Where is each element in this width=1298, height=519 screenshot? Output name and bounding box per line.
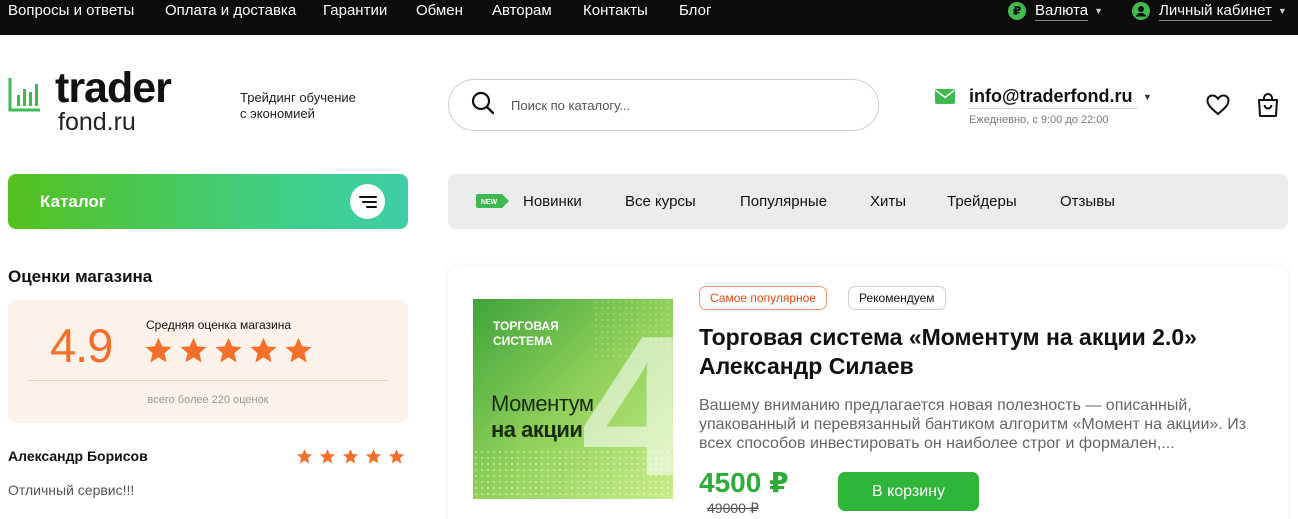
product-description: Вашему вниманию предлагается новая полез… bbox=[699, 397, 1247, 452]
top-link-blog[interactable]: Блог bbox=[679, 2, 711, 19]
badge-recommended: Рекомендуем bbox=[848, 286, 946, 310]
main-nav: NEW Новинки Все курсы Популярные Хиты Тр… bbox=[448, 174, 1288, 229]
chevron-down-icon: ▼ bbox=[1277, 6, 1287, 16]
cart-icon[interactable] bbox=[1256, 92, 1280, 123]
star-icon bbox=[145, 337, 172, 363]
top-link-payment[interactable]: Оплата и доставка bbox=[165, 2, 296, 19]
nav-item-traders[interactable]: Трейдеры bbox=[947, 193, 1017, 210]
reviews-count: всего более 220 оценок bbox=[147, 394, 269, 406]
star-icon bbox=[296, 449, 313, 464]
email-underline bbox=[969, 108, 1137, 109]
ratings-title: Оценки магазина bbox=[8, 267, 153, 286]
rating-summary: 4.9 Средняя оценка магазина всего более … bbox=[8, 300, 408, 423]
logo-main-text: trader bbox=[55, 64, 172, 112]
star-icon bbox=[215, 337, 242, 363]
search-icon[interactable] bbox=[471, 91, 495, 120]
star-icon bbox=[250, 337, 277, 363]
rating-stars bbox=[144, 336, 313, 365]
nav-item-new[interactable]: Новинки bbox=[523, 193, 582, 210]
nav-item-hits[interactable]: Хиты bbox=[870, 193, 906, 210]
logo-sub-text: fond.ru bbox=[58, 108, 136, 136]
email-link[interactable]: info@traderfond.ru bbox=[969, 86, 1133, 107]
top-link-contacts[interactable]: Контакты bbox=[583, 2, 648, 19]
star-icon bbox=[285, 337, 312, 363]
top-link-exchange[interactable]: Обмен bbox=[416, 2, 463, 19]
account-label: Личный кабинет bbox=[1159, 1, 1272, 21]
tagline-line: с экономией bbox=[240, 106, 315, 121]
badge-popular: Самое популярное bbox=[699, 286, 827, 310]
review-stars bbox=[296, 448, 405, 465]
currency-label: Валюта bbox=[1035, 1, 1089, 21]
mail-icon bbox=[935, 89, 955, 109]
working-hours: Ежедневно, с 9:00 до 22:00 bbox=[969, 114, 1109, 126]
rating-caption: Средняя оценка магазина bbox=[146, 318, 292, 332]
account-link[interactable]: Личный кабинет ▼ bbox=[1132, 0, 1287, 22]
search-bar[interactable] bbox=[448, 79, 879, 131]
nav-item-popular[interactable]: Популярные bbox=[740, 193, 827, 210]
user-icon bbox=[1132, 2, 1150, 20]
star-icon bbox=[388, 449, 405, 464]
review-text: Отличный сервис!!! bbox=[8, 482, 135, 498]
heart-icon[interactable] bbox=[1206, 94, 1230, 121]
star-icon bbox=[365, 449, 382, 464]
divider bbox=[28, 380, 388, 381]
top-link-guarantees[interactable]: Гарантии bbox=[323, 2, 387, 19]
new-badge-icon: NEW bbox=[476, 194, 509, 213]
ruble-icon: ₽ bbox=[1008, 2, 1026, 20]
chevron-down-icon: ▼ bbox=[1094, 6, 1103, 16]
product-title[interactable]: Торговая система «Моментум на акции 2.0»… bbox=[699, 323, 1259, 381]
chart-logo-icon bbox=[8, 76, 42, 117]
cover-subtitle: ТОРГОВАЯ СИСТЕМА bbox=[493, 319, 613, 349]
menu-icon bbox=[350, 184, 385, 219]
review-author: Александр Борисов bbox=[8, 448, 148, 464]
product-old-price: 49000 ₽ bbox=[707, 500, 759, 516]
product-cover[interactable]: 4 ТОРГОВАЯ СИСТЕМА Моментум на акции bbox=[473, 299, 673, 499]
chevron-down-icon[interactable]: ▼ bbox=[1143, 92, 1152, 102]
top-link-faq[interactable]: Вопросы и ответы bbox=[8, 2, 134, 19]
cover-subtitle-line: СИСТЕМА bbox=[493, 334, 553, 348]
tagline-line: Трейдинг обучение bbox=[240, 90, 356, 105]
cover-subtitle-line: ТОРГОВАЯ bbox=[493, 319, 559, 333]
catalog-button[interactable]: Каталог bbox=[8, 174, 408, 229]
cover-title-line: Моментум bbox=[491, 391, 594, 416]
catalog-label: Каталог bbox=[40, 191, 106, 211]
star-icon bbox=[180, 337, 207, 363]
nav-item-all-courses[interactable]: Все курсы bbox=[625, 193, 696, 210]
add-to-cart-button[interactable]: В корзину bbox=[838, 472, 979, 511]
currency-selector[interactable]: ₽ Валюта ▼ bbox=[1008, 0, 1103, 22]
search-input[interactable] bbox=[511, 97, 851, 113]
top-bar: Вопросы и ответы Оплата и доставка Гаран… bbox=[0, 0, 1298, 35]
new-badge-text: NEW bbox=[481, 199, 498, 206]
star-icon bbox=[342, 449, 359, 464]
nav-item-reviews[interactable]: Отзывы bbox=[1060, 193, 1115, 210]
site-logo[interactable]: trader fond.ru bbox=[8, 64, 218, 136]
site-tagline: Трейдинг обучение с экономией bbox=[240, 90, 390, 122]
cover-title-line: на акции bbox=[491, 417, 583, 442]
star-icon bbox=[319, 449, 336, 464]
top-link-authors[interactable]: Авторам bbox=[492, 2, 552, 19]
product-price: 4500 ₽ bbox=[699, 467, 789, 498]
rating-score: 4.9 bbox=[50, 319, 113, 372]
